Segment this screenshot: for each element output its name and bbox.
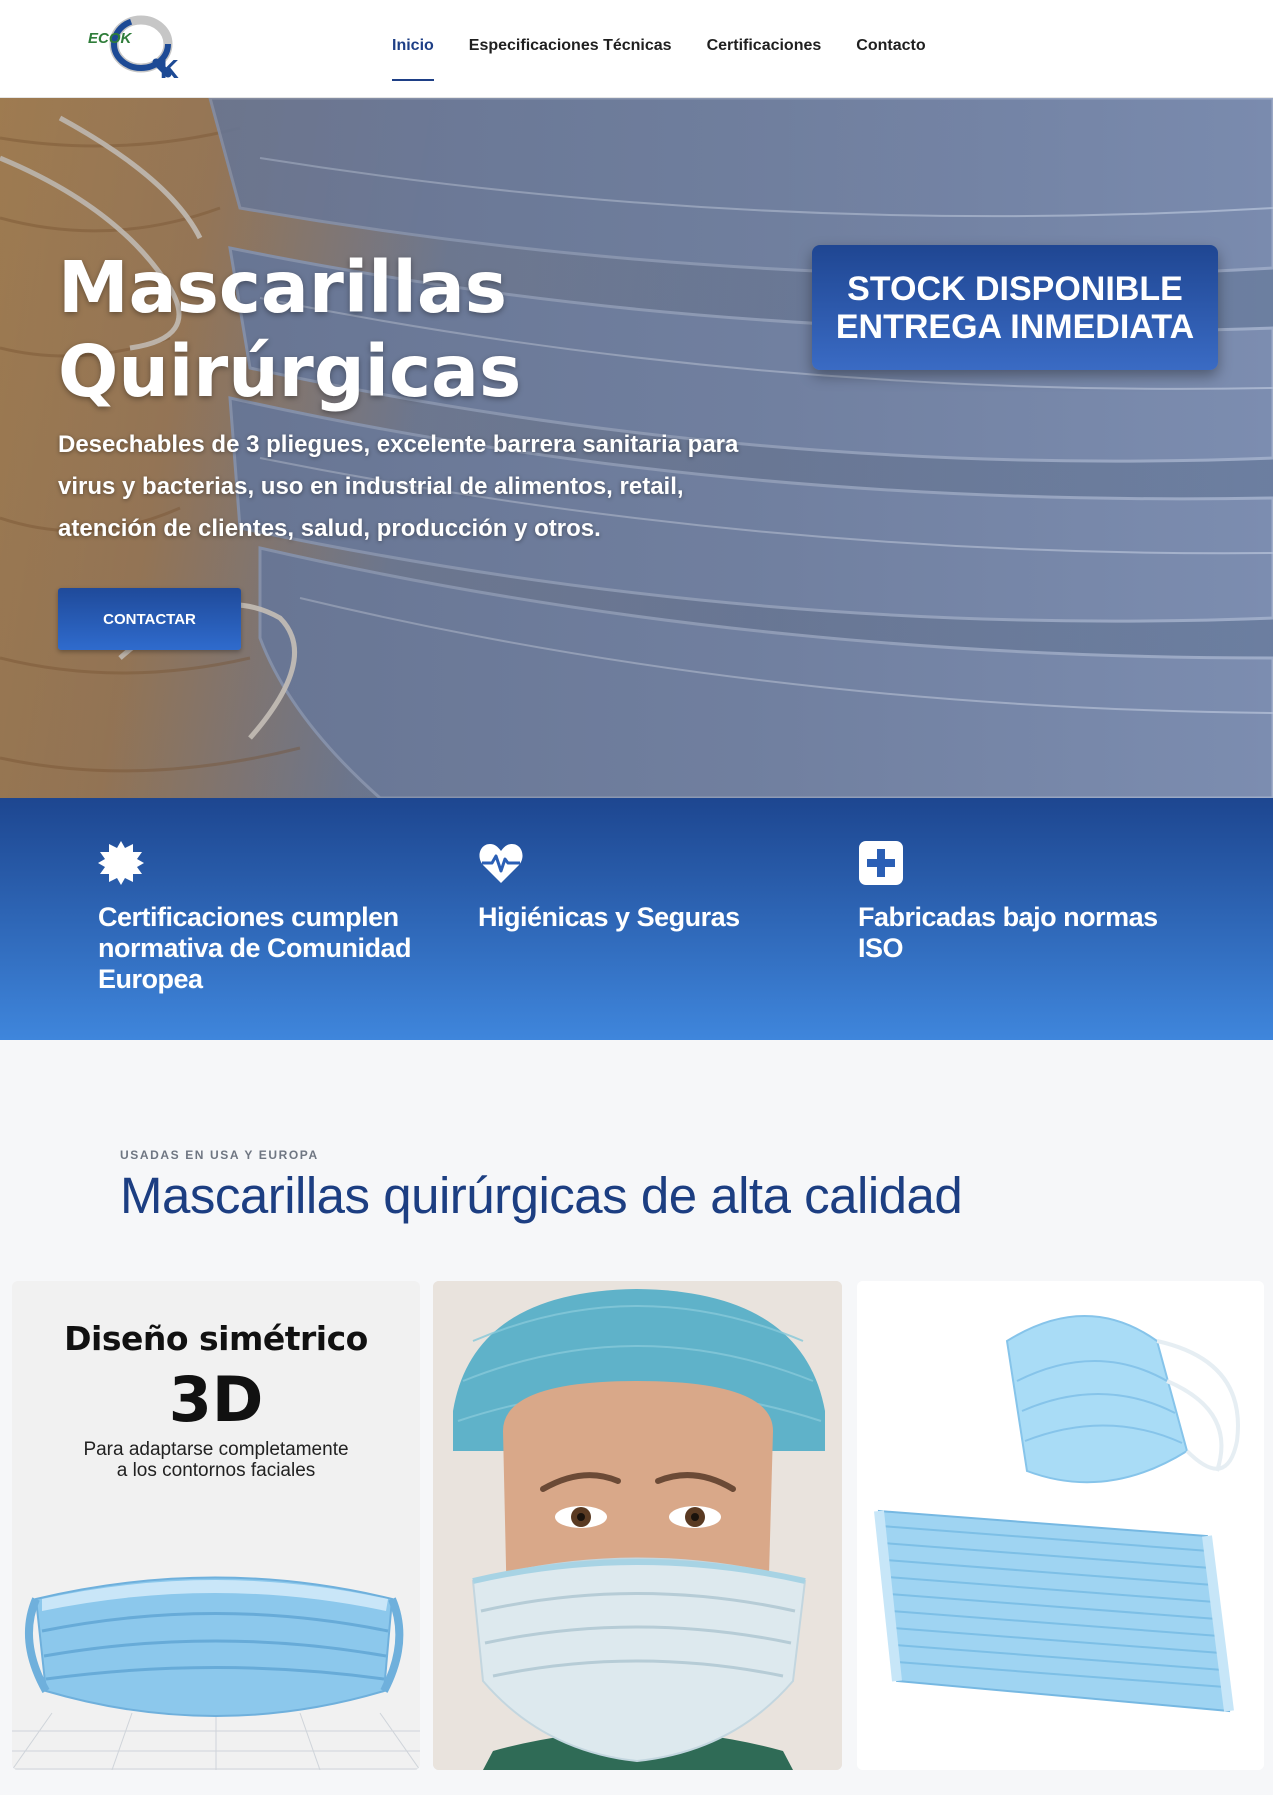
badge-icon <box>98 841 144 885</box>
card-subtitle: Para adaptarse completamente a los conto… <box>42 1439 390 1481</box>
stock-line1: STOCK DISPONIBLE <box>847 269 1183 308</box>
hero-title: Mascarillas Quirúrgicas <box>58 246 778 414</box>
hero-title-line2: Quirúrgicas <box>58 330 522 413</box>
mask-stack-image <box>857 1281 1264 1770</box>
main-nav: Inicio Especificaciones Técnicas Certifi… <box>392 0 961 98</box>
hero-title-line1: Mascarillas <box>58 246 508 329</box>
nav-inicio[interactable]: Inicio <box>392 0 434 98</box>
card-subtitle-line2: a los contornos faciales <box>116 1460 316 1481</box>
mask-3d-image <box>12 1576 420 1770</box>
nav-contacto[interactable]: Contacto <box>856 0 925 98</box>
site-header: ECOK K Inicio Especificaciones Técnicas … <box>0 0 1273 98</box>
card-subtitle-line1: Para adaptarse completamente <box>83 1439 349 1460</box>
feature-certificaciones-text: Certificaciones cumplen normativa de Com… <box>98 902 412 994</box>
card-heading: Diseño simétrico <box>64 1319 368 1358</box>
stock-banner: STOCK DISPONIBLE ENTREGA INMEDIATA <box>812 245 1218 370</box>
features-band: Certificaciones cumplen normativa de Com… <box>0 798 1273 1040</box>
plus-square-icon <box>859 841 903 885</box>
contactar-button[interactable]: CONTACTAR <box>58 588 241 650</box>
product-card-face[interactable] <box>433 1281 842 1770</box>
svg-text:K: K <box>160 54 179 80</box>
ecok-logo[interactable]: ECOK K <box>86 14 182 80</box>
hero-section: Mascarillas Quirúrgicas Desechables de 3… <box>0 98 1273 798</box>
nav-certificaciones[interactable]: Certificaciones <box>707 0 822 98</box>
feature-certificaciones: Certificaciones cumplen normativa de Com… <box>98 840 428 995</box>
face-mask-image <box>433 1281 842 1770</box>
product-card-stack[interactable] <box>857 1281 1264 1770</box>
heartbeat-icon <box>479 844 523 883</box>
stock-line2: ENTREGA INMEDIATA <box>835 307 1195 346</box>
feature-iso-text: Fabricadas bajo normas ISO <box>858 902 1158 963</box>
card-3d-label: 3D <box>168 1363 264 1436</box>
feature-iso: Fabricadas bajo normas ISO <box>858 840 1188 964</box>
section-title: Mascarillas quirúrgicas de alta calidad <box>120 1167 963 1224</box>
product-card-3d[interactable]: Diseño simétrico 3D Para adaptarse compl… <box>12 1281 420 1770</box>
feature-higienicas-text: Higiénicas y Seguras <box>478 902 740 932</box>
section-eyebrow: USADAS EN USA Y EUROPA <box>120 1148 319 1162</box>
hero-description: Desechables de 3 pliegues, excelente bar… <box>58 431 739 542</box>
feature-higienicas: Higiénicas y Seguras <box>478 840 808 933</box>
svg-text:ECOK: ECOK <box>88 30 133 47</box>
nav-especificaciones[interactable]: Especificaciones Técnicas <box>469 0 672 98</box>
